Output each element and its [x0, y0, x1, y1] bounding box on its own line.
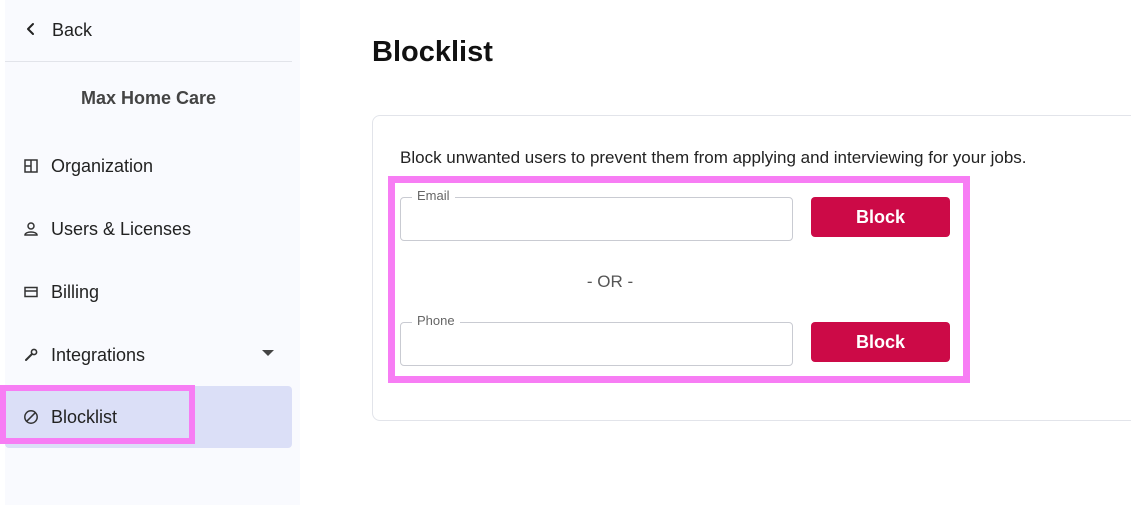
credit-card-icon: [23, 284, 39, 300]
phone-field[interactable]: Phone: [400, 313, 793, 366]
caret-down-icon[interactable]: [262, 350, 274, 356]
email-field-label: Email: [412, 188, 455, 203]
back-link[interactable]: Back: [24, 18, 92, 42]
organization-name: Max Home Care: [80, 88, 217, 108]
sidebar-divider: [5, 61, 292, 62]
sidebar-item-label: Integrations: [51, 344, 146, 365]
block-icon: [23, 409, 39, 425]
sidebar-item-label: Blocklist: [51, 406, 118, 427]
wrench-icon: [23, 347, 39, 363]
sidebar-item-label: Users & Licenses: [51, 218, 192, 239]
sidebar-item-label: Billing: [51, 281, 100, 302]
blocklist-description: Block unwanted users to prevent them fro…: [400, 148, 1027, 167]
sidebar-item-organization[interactable]: Organization: [5, 135, 292, 197]
sidebar-item-users-licenses[interactable]: Users & Licenses: [5, 198, 292, 260]
email-field[interactable]: Email: [400, 188, 793, 241]
sidebar-item-billing[interactable]: Billing: [5, 261, 292, 323]
or-separator: - OR -: [586, 272, 634, 291]
sidebar-item-blocklist[interactable]: Blocklist: [5, 386, 292, 448]
back-label: Back: [52, 19, 93, 40]
email-input[interactable]: [401, 198, 792, 240]
block-phone-button[interactable]: Block: [811, 322, 950, 362]
layout-icon: [23, 158, 39, 174]
sidebar: Back Max Home Care Organization Users & …: [5, 0, 300, 505]
user-icon: [23, 221, 39, 237]
chevron-left-icon: [24, 20, 38, 41]
sidebar-item-label: Organization: [51, 155, 154, 176]
phone-field-label: Phone: [412, 313, 460, 328]
block-email-button[interactable]: Block: [811, 197, 950, 237]
page-title: Blocklist: [372, 36, 493, 68]
phone-input[interactable]: [401, 323, 792, 365]
sidebar-item-integrations[interactable]: Integrations: [5, 324, 292, 386]
